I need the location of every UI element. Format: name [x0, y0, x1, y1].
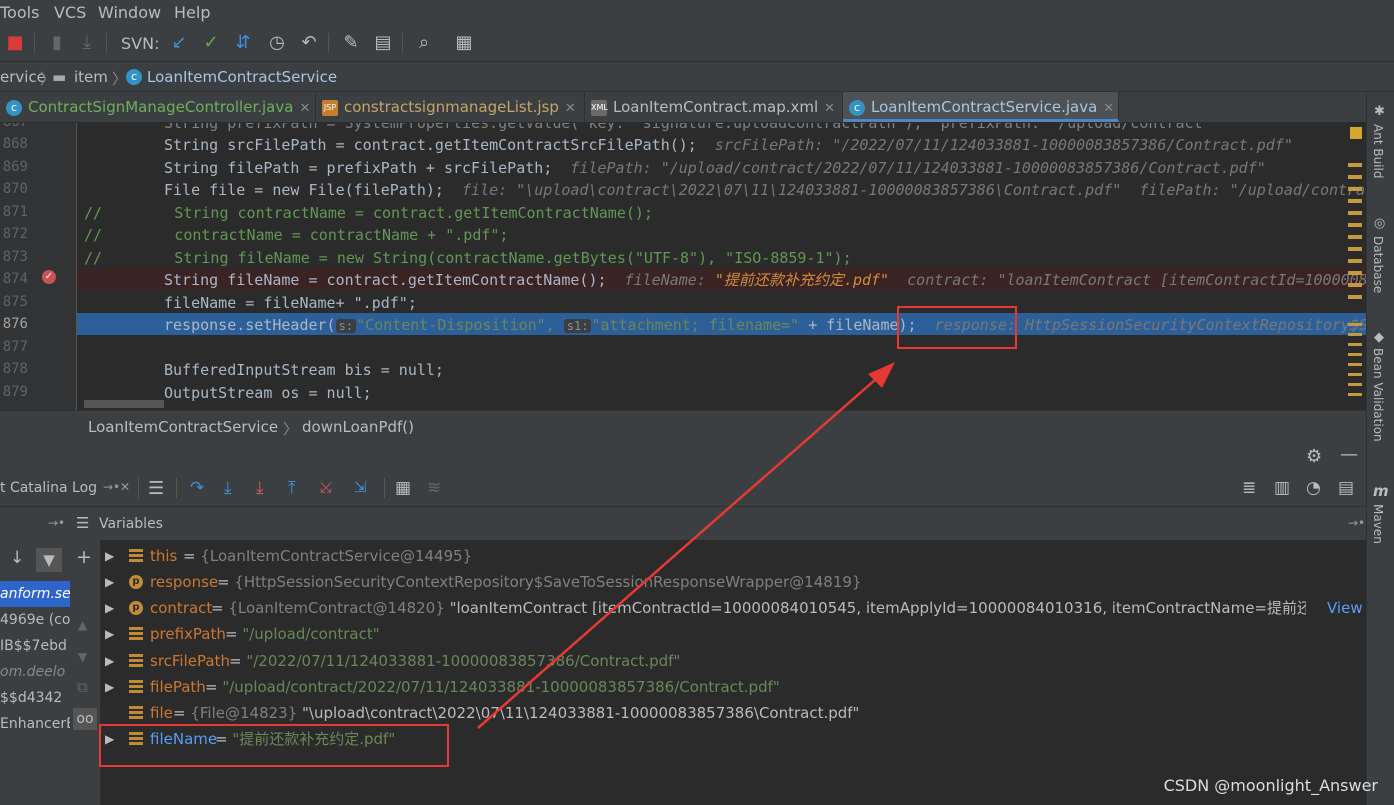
annotation-arrow	[477, 362, 895, 729]
watermark: CSDN @moonlight_Answer	[1163, 776, 1378, 795]
